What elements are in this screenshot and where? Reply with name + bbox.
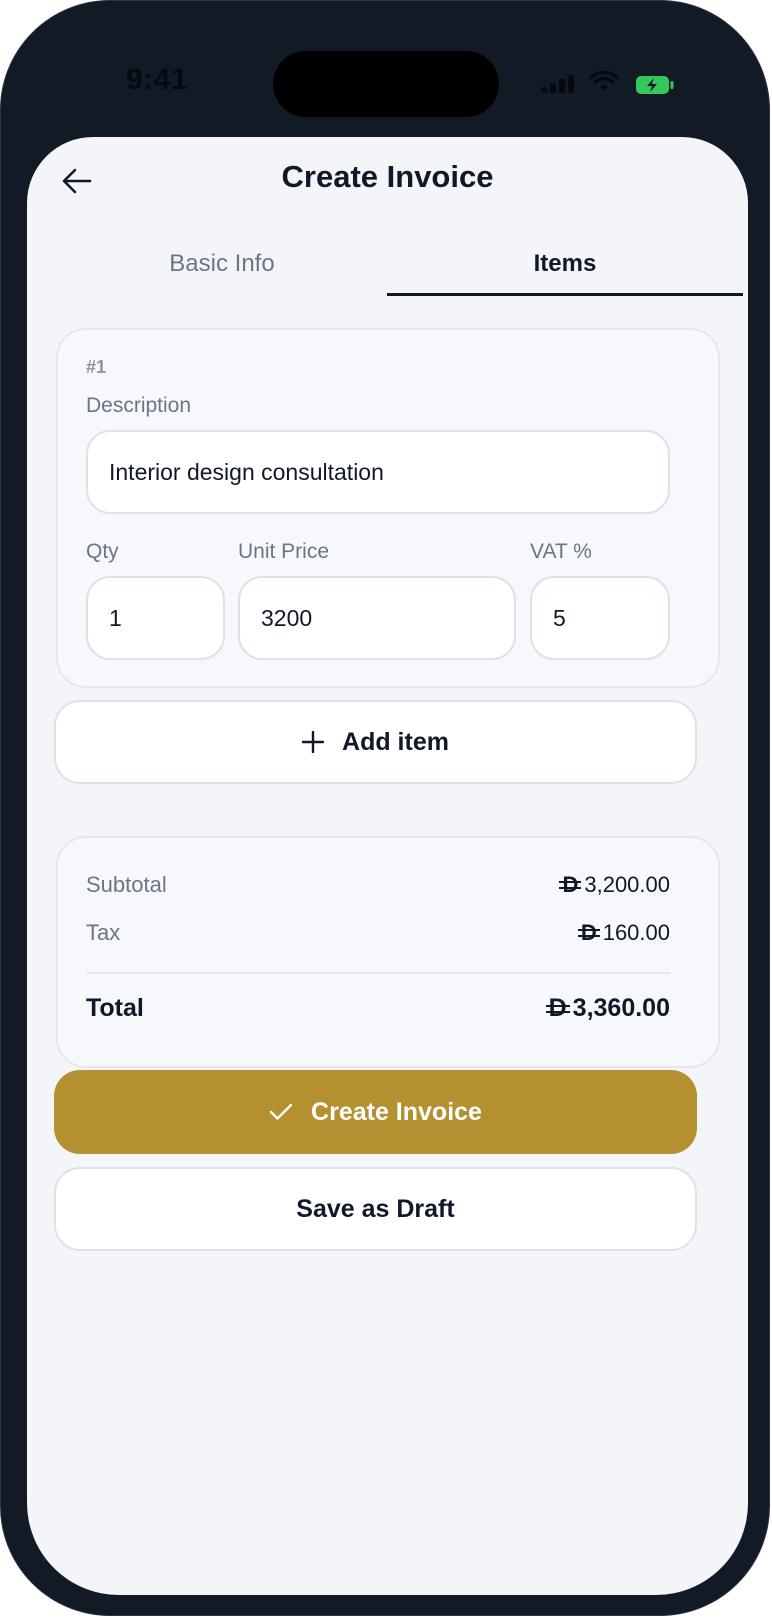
description-label: Description [86,394,192,417]
unit-price-label: Unit Price [238,540,330,563]
subtotal-value: 3,200.00 [584,872,670,897]
total-value: 3,360.00 [572,994,670,1022]
total-value-wrap: D 3,360.00 [549,994,670,1023]
create-invoice-button[interactable]: Create Invoice [54,1070,697,1154]
save-draft-label: Save as Draft [296,1194,455,1223]
divider [86,972,670,974]
dirham-icon: D [548,994,567,1022]
plus-icon [302,731,325,753]
description-field[interactable]: Interior design consultation [86,430,670,514]
tax-row: Tax D 160.00 [86,920,670,946]
qty-field[interactable]: 1 [86,576,225,660]
active-tab-indicator [387,293,743,296]
totals-card: Subtotal D 3,200.00 Tax D 160.00 Total D… [56,836,720,1068]
item-number: #1 [86,357,107,377]
line-item-card: #1 Description Interior design consultat… [56,328,720,688]
status-time: 9:41 [126,63,189,96]
vat-label: VAT % [530,540,592,563]
qty-label: Qty [86,540,119,563]
wifi-icon [589,71,619,91]
tab-items[interactable]: Items [387,233,743,295]
subtotal-label: Subtotal [86,872,167,897]
tax-value-wrap: D 160.00 [581,920,670,946]
subtotal-value-wrap: D 3,200.00 [562,872,670,898]
dynamic-island [273,51,499,117]
tax-value: 160.00 [602,920,670,945]
dirham-icon: D [562,872,579,897]
tax-label: Tax [86,920,121,945]
phone-frame: 9:41 Create Invoice Basic Info Items #1 … [0,0,770,1616]
check-icon [269,1103,293,1120]
battery-charging-icon [636,76,674,94]
create-invoice-label: Create Invoice [311,1097,482,1126]
app-screen: Create Invoice Basic Info Items #1 Descr… [27,137,748,1595]
add-item-button[interactable]: Add item [54,700,697,784]
unit-price-field[interactable]: 3200 [238,576,516,660]
page-title: Create Invoice [281,159,494,194]
signal-icon [541,75,574,93]
save-draft-button[interactable]: Save as Draft [54,1167,697,1251]
subtotal-row: Subtotal D 3,200.00 [86,872,670,898]
total-label: Total [86,994,144,1022]
total-row: Total D 3,360.00 [86,994,670,1023]
tab-basic-info[interactable]: Basic Info [57,233,387,295]
dirham-icon: D [580,920,597,945]
vat-field[interactable]: 5 [530,576,670,660]
add-item-label: Add item [342,727,449,756]
